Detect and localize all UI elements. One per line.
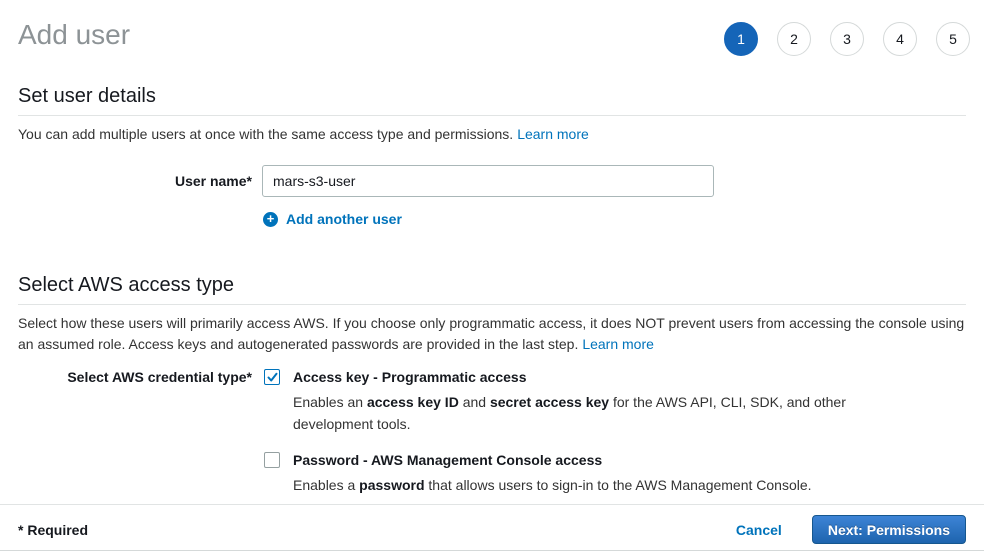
step-4-number: 4: [896, 31, 904, 47]
password-option: Password - AWS Management Console access…: [262, 452, 849, 496]
page-header: Add user 1 2 3 4 5: [0, 0, 984, 56]
access-key-option-desc: Enables an access key ID and secret acce…: [293, 391, 849, 435]
access-key-desc-p2: and: [459, 394, 490, 410]
step-5-number: 5: [949, 31, 957, 47]
password-checkbox[interactable]: [264, 452, 280, 468]
credential-type-label: Select AWS credential type*: [18, 369, 252, 385]
password-desc-p2: that allows users to sign-in to the AWS …: [425, 477, 812, 493]
bottom-divider: [0, 550, 984, 556]
access-key-desc-b1: access key ID: [367, 394, 459, 410]
cancel-button[interactable]: Cancel: [736, 522, 782, 538]
access-type-description-text: Select how these users will primarily ac…: [18, 315, 964, 352]
username-label: User name*: [18, 173, 252, 189]
user-details-learn-more-link[interactable]: Learn more: [517, 126, 589, 142]
set-user-details-heading: Set user details: [18, 84, 966, 116]
access-key-desc-p1: Enables an: [293, 394, 367, 410]
page-title: Add user: [18, 18, 130, 52]
access-key-desc-b2: secret access key: [490, 394, 609, 410]
add-user-page: Add user 1 2 3 4 5 Set user details You …: [0, 0, 984, 556]
step-3-indicator: 3: [830, 22, 864, 56]
access-key-checkbox[interactable]: [264, 369, 280, 385]
username-input[interactable]: [262, 165, 714, 197]
password-option-body: Password - AWS Management Console access…: [293, 452, 812, 496]
step-1-number: 1: [737, 31, 745, 47]
wizard-footer: * Required Cancel Next: Permissions: [0, 504, 984, 550]
access-key-option-body: Access key - Programmatic access Enables…: [293, 369, 849, 435]
add-another-user-button[interactable]: + Add another user: [263, 211, 966, 227]
next-permissions-button[interactable]: Next: Permissions: [812, 515, 966, 544]
password-option-desc: Enables a password that allows users to …: [293, 474, 812, 496]
checkmark-icon: [267, 372, 278, 383]
access-type-learn-more-link[interactable]: Learn more: [582, 336, 654, 352]
set-user-details-section: Set user details You can add multiple us…: [18, 84, 966, 227]
username-field-wrap: [262, 165, 714, 197]
step-2-number: 2: [790, 31, 798, 47]
main-content: Set user details You can add multiple us…: [0, 56, 984, 504]
username-row: User name*: [18, 165, 966, 197]
plus-circle-icon: +: [263, 212, 278, 227]
password-desc-p1: Enables a: [293, 477, 359, 493]
step-4-indicator: 4: [883, 22, 917, 56]
password-desc-b1: password: [359, 477, 424, 493]
wizard-step-indicator: 1 2 3 4 5: [705, 22, 970, 56]
step-5-indicator: 5: [936, 22, 970, 56]
step-3-number: 3: [843, 31, 851, 47]
select-access-type-section: Select AWS access type Select how these …: [18, 273, 966, 496]
add-another-user-label: Add another user: [286, 211, 402, 227]
user-details-description-text: You can add multiple users at once with …: [18, 126, 513, 142]
password-option-title: Password - AWS Management Console access: [293, 452, 812, 469]
credential-type-row: Select AWS credential type* Access key -…: [18, 369, 966, 496]
user-details-description: You can add multiple users at once with …: [18, 124, 966, 145]
access-type-description: Select how these users will primarily ac…: [18, 313, 966, 355]
step-1-indicator: 1: [724, 22, 758, 56]
step-2-indicator: 2: [777, 22, 811, 56]
access-key-option-title: Access key - Programmatic access: [293, 369, 849, 386]
select-access-type-heading: Select AWS access type: [18, 273, 966, 305]
credential-options: Access key - Programmatic access Enables…: [262, 369, 849, 496]
required-note: * Required: [18, 522, 88, 538]
access-key-option: Access key - Programmatic access Enables…: [262, 369, 849, 435]
